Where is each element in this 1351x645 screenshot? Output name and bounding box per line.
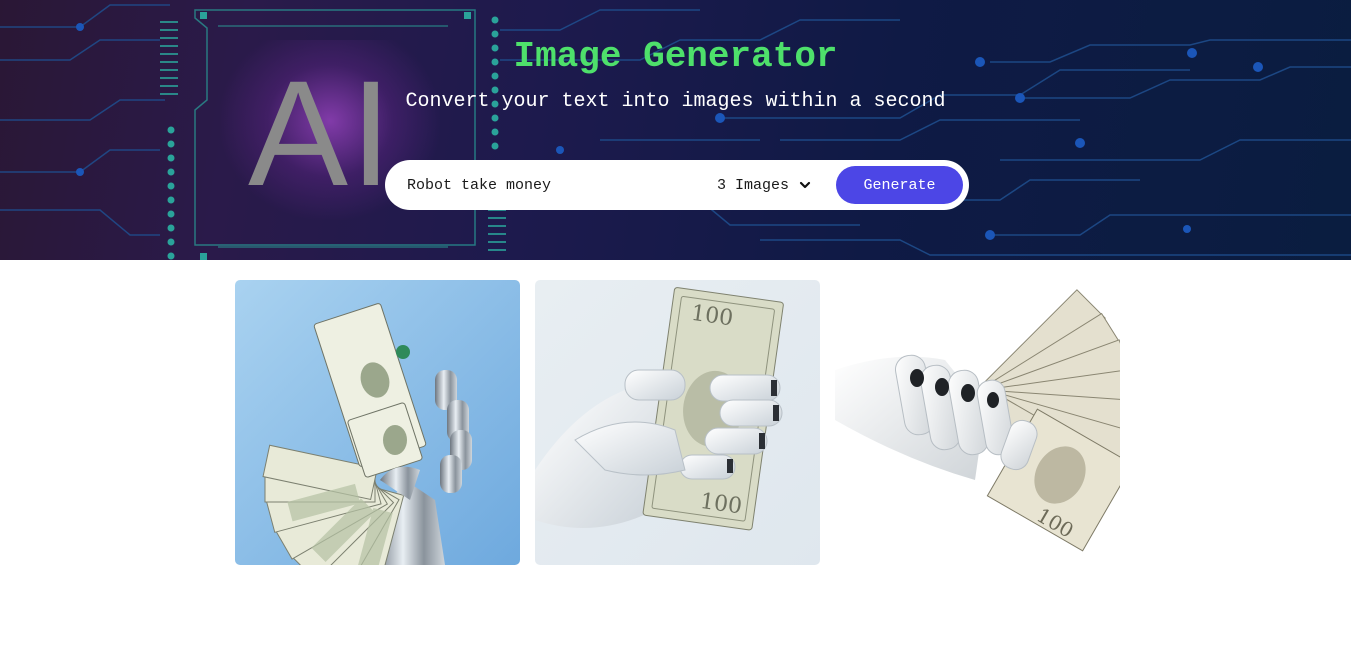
generated-image-3[interactable]: 100 (835, 280, 1120, 565)
page-subtitle: Convert your text into images within a s… (405, 90, 946, 113)
generated-image-1[interactable] (235, 280, 520, 565)
generated-image-2[interactable]: 100 100 (535, 280, 820, 565)
generate-button[interactable]: Generate (836, 166, 963, 204)
image-count-value: 3 Images (717, 176, 790, 194)
generate-form: 3 Images Generate (385, 160, 969, 210)
page-title: Image Generator (513, 36, 838, 77)
robot-money-image-2: 100 100 (535, 280, 820, 565)
image-gallery: 100 100 100 (235, 280, 1120, 565)
chevron-down-icon (799, 181, 811, 189)
hero-banner: AI Image Generator Convert your text int… (0, 0, 1351, 260)
prompt-input[interactable] (407, 173, 687, 197)
robot-money-image-1 (235, 280, 520, 565)
image-count-select[interactable]: 3 Images (707, 174, 819, 196)
ai-background-letters: AI (248, 49, 394, 217)
robot-money-image-3: 100 (835, 280, 1120, 565)
